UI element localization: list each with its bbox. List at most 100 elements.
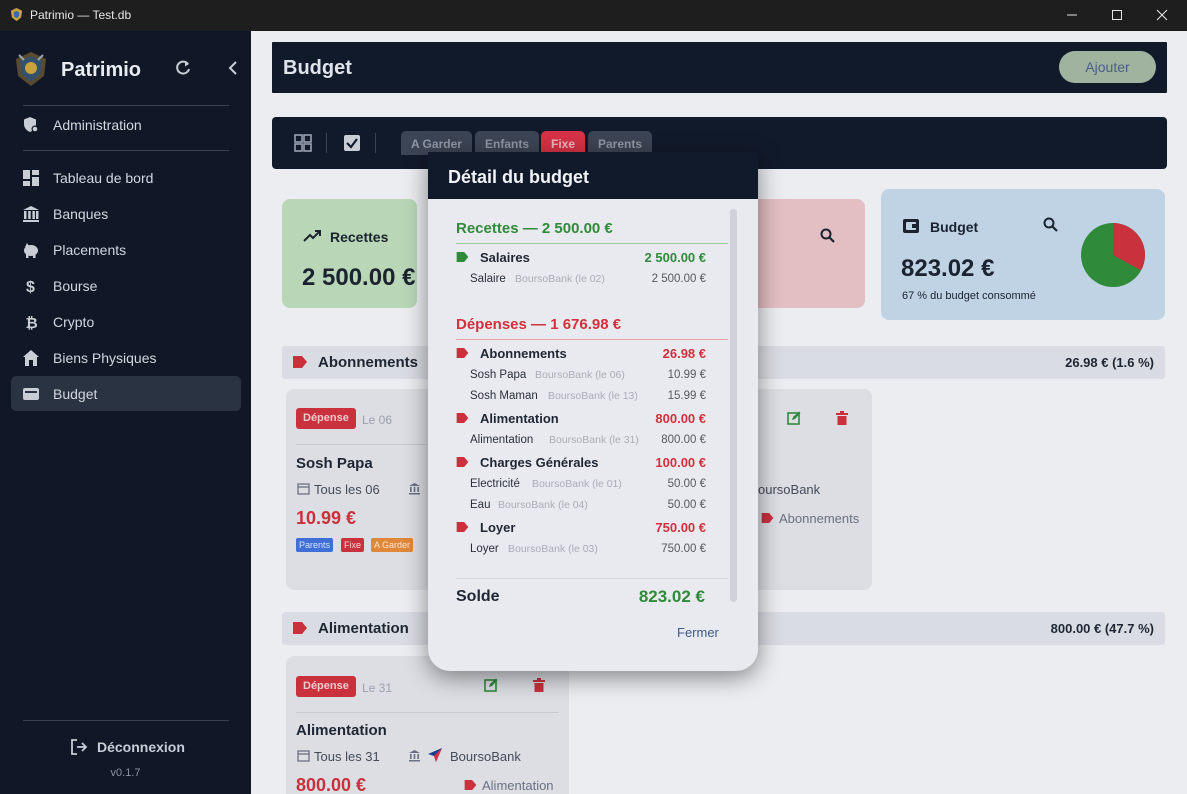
tag-badge-parents: Parents [296, 538, 334, 552]
recettes-card[interactable]: Recettes 2 500.00 € [282, 199, 417, 308]
tag-icon [456, 457, 469, 467]
search-icon[interactable] [1042, 216, 1060, 234]
patrimio-logo-icon [16, 52, 46, 86]
budget-item-card[interactable]: Dépense Le 31 Alimentation Tous les 31 B… [286, 656, 569, 794]
line-name: Loyer [470, 543, 499, 555]
tag-icon [456, 252, 469, 262]
category-amount: 2 500.00 € [644, 250, 706, 265]
budget-total: 823.02 € [901, 255, 995, 282]
dashboard-icon [23, 170, 39, 186]
add-button[interactable]: Ajouter [1059, 51, 1156, 83]
minimize-button[interactable] [1049, 0, 1095, 31]
category-name: Salaires [480, 250, 530, 265]
line-item: Alimentation BoursoBank (le 31) 800.00 € [470, 434, 706, 450]
section-total: 800.00 € (47.7 %) [1050, 621, 1154, 636]
sidebar-item-placements[interactable]: Placements [11, 232, 241, 267]
wallet-icon [903, 219, 919, 233]
line-source: BoursoBank (le 31) [549, 434, 639, 446]
line-item: Eau BoursoBank (le 04) 50.00 € [470, 499, 706, 515]
bank-icon [23, 206, 39, 222]
line-amount: 50.00 € [667, 478, 706, 490]
brand-name: Patrimio [61, 59, 142, 81]
app-logo-icon [10, 7, 23, 22]
category-name: Charges Générales [480, 455, 599, 470]
line-source: BoursoBank (le 13) [548, 390, 638, 402]
delete-icon[interactable] [836, 411, 848, 425]
sidebar-item-label: Banques [53, 206, 109, 222]
sidebar-divider [23, 105, 229, 106]
minimize-icon [1067, 14, 1077, 16]
sidebar-item-bourse[interactable]: $ Bourse [11, 268, 241, 303]
category-row: Salaires 2 500.00 € [456, 249, 706, 267]
category-row: Alimentation 800.00 € [456, 410, 706, 428]
refresh-icon[interactable] [174, 59, 192, 77]
tag-icon [293, 622, 307, 634]
sidebar-item-label: Crypto [53, 314, 95, 330]
sidebar-item-banques[interactable]: Banques [11, 196, 241, 231]
card-divider [296, 712, 559, 713]
close-dialog-button[interactable]: Fermer [677, 625, 719, 640]
recettes-label: Recettes [330, 229, 389, 245]
category-row: Abonnements 26.98 € [456, 345, 706, 363]
item-day: Le 31 [362, 681, 393, 695]
sidebar-item-crypto[interactable]: ₿ Crypto [11, 304, 241, 339]
line-name: Salaire [470, 273, 506, 285]
section-rule [456, 339, 728, 340]
recettes-section-title: Recettes — 2 500.00 € [456, 220, 613, 237]
dollar-icon: $ [26, 279, 35, 295]
dialog-scrollbar[interactable] [730, 209, 737, 602]
item-bank: BoursoBank [450, 749, 521, 764]
section-title: Alimentation [318, 620, 409, 637]
bitcoin-icon: ₿ [26, 314, 38, 331]
line-amount: 15.99 € [667, 390, 706, 402]
line-amount: 800.00 € [661, 434, 706, 446]
edit-icon[interactable] [484, 678, 498, 692]
sidebar-item-administration[interactable]: Administration [11, 107, 241, 142]
line-amount: 10.99 € [667, 369, 706, 381]
calendar-icon [297, 750, 310, 762]
close-icon [1156, 9, 1168, 21]
close-window-button[interactable] [1139, 0, 1185, 31]
page-title: Budget [283, 57, 352, 79]
budget-detail-dialog: Détail du budget Recettes — 2 500.00 € S… [428, 152, 758, 671]
line-name: Alimentation [470, 434, 534, 446]
type-badge: Dépense [296, 676, 356, 697]
bank-icon [409, 750, 420, 762]
sidebar-item-biens-physiques[interactable]: Biens Physiques [11, 340, 241, 375]
tag-badge-fixe: Fixe [341, 538, 365, 552]
item-bank: oursoBank [758, 482, 821, 497]
maximize-icon [1112, 10, 1122, 20]
collapse-sidebar-icon[interactable] [226, 60, 240, 76]
item-recurrence: Tous les 06 [314, 482, 380, 497]
grid-view-icon[interactable] [294, 134, 312, 152]
logout-button[interactable]: Déconnexion [70, 738, 200, 758]
budget-card[interactable]: Budget 823.02 € 67 % du budget consommé [881, 189, 1165, 320]
select-all-checkbox-icon[interactable] [343, 134, 361, 152]
maximize-button[interactable] [1094, 0, 1140, 31]
tag-icon [464, 780, 477, 790]
delete-icon[interactable] [533, 678, 545, 692]
budget-pie-chart [1081, 223, 1146, 287]
budget-consumed-text: 67 % du budget consommé [902, 290, 1036, 302]
item-name: Alimentation [296, 722, 387, 739]
section-title: Abonnements [318, 354, 419, 371]
dialog-header: Détail du budget [428, 152, 758, 199]
category-row: Charges Générales 100.00 € [456, 454, 706, 472]
sidebar-item-label: Placements [53, 242, 127, 258]
sidebar-item-tableau-de-bord[interactable]: Tableau de bord [11, 160, 241, 195]
search-icon[interactable] [819, 227, 837, 245]
window-title: Patrimio — Test.db [30, 8, 132, 22]
item-amount: 800.00 € [296, 775, 367, 794]
item-name: Sosh Papa [296, 455, 373, 472]
sidebar-item-budget[interactable]: Budget [11, 376, 241, 411]
trending-up-icon [303, 230, 321, 242]
type-badge: Dépense [296, 408, 356, 429]
item-category: Alimentation [482, 778, 554, 793]
line-amount: 2 500.00 € [651, 273, 706, 285]
edit-icon[interactable] [787, 411, 801, 425]
line-source: BoursoBank (le 01) [532, 478, 622, 490]
tag-icon [761, 513, 774, 523]
app-version: v0.1.7 [110, 767, 141, 779]
line-source: BoursoBank (le 04) [498, 499, 588, 511]
item-recurrence: Tous les 31 [314, 749, 380, 764]
